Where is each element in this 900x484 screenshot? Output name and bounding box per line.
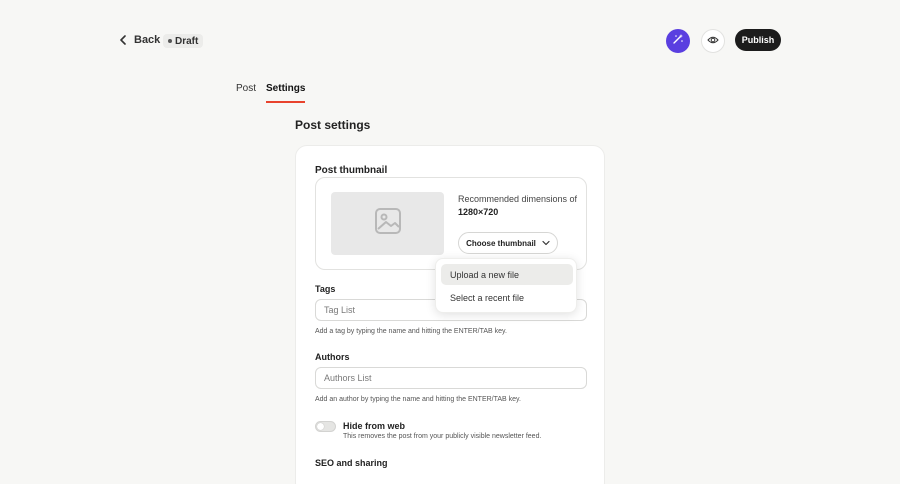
page-title: Post settings	[295, 118, 371, 132]
settings-card: Post thumbnail Recommended dimensions of…	[295, 145, 605, 484]
toggle-knob	[317, 423, 324, 430]
chevron-down-icon	[542, 239, 550, 248]
back-button[interactable]: Back	[118, 32, 160, 48]
tab-settings[interactable]: Settings	[266, 83, 306, 103]
top-bar: Back Draft Publish	[0, 0, 900, 80]
choose-thumbnail-button[interactable]: Choose thumbnail	[458, 232, 558, 254]
authors-input[interactable]	[315, 367, 587, 389]
thumbnail-panel: Recommended dimensions of 1280×720 Choos…	[315, 177, 587, 270]
thumbnail-dropdown-menu: Upload a new file Select a recent file	[435, 258, 577, 313]
hide-from-web-desc: This removes the post from your publicly…	[343, 433, 542, 440]
draft-badge: Draft	[163, 34, 204, 48]
authors-help: Add an author by typing the name and hit…	[315, 396, 521, 403]
tags-label: Tags	[315, 284, 336, 294]
wand-icon	[672, 32, 684, 50]
menu-item-select-recent[interactable]: Select a recent file	[441, 287, 573, 308]
eye-icon	[707, 32, 719, 50]
recommended-dimensions: Recommended dimensions of 1280×720	[458, 193, 578, 219]
publish-button[interactable]: Publish	[735, 29, 781, 51]
authors-label: Authors	[315, 352, 350, 362]
hide-from-web-toggle[interactable]	[315, 421, 336, 432]
recommended-text: Recommended dimensions of	[458, 194, 578, 204]
thumbnail-title: Post thumbnail	[315, 165, 388, 176]
draft-label: Draft	[175, 35, 199, 47]
image-placeholder-icon	[374, 207, 402, 240]
dimensions-value: 1280×720	[458, 207, 499, 217]
tags-help: Add a tag by typing the name and hitting…	[315, 328, 507, 335]
menu-item-upload[interactable]: Upload a new file	[441, 264, 573, 285]
status-dot	[168, 39, 172, 43]
tab-post[interactable]: Post	[236, 83, 256, 103]
hide-from-web-title: Hide from web	[343, 421, 406, 431]
choose-thumbnail-label: Choose thumbnail	[466, 238, 536, 248]
seo-section-title: SEO and sharing	[315, 458, 388, 468]
tab-bar: Post Settings	[236, 83, 306, 105]
back-label: Back	[134, 34, 161, 46]
ai-assist-button[interactable]	[666, 29, 690, 53]
thumbnail-preview[interactable]	[331, 192, 444, 255]
preview-button[interactable]	[701, 29, 725, 53]
chevron-left-icon	[118, 32, 128, 48]
